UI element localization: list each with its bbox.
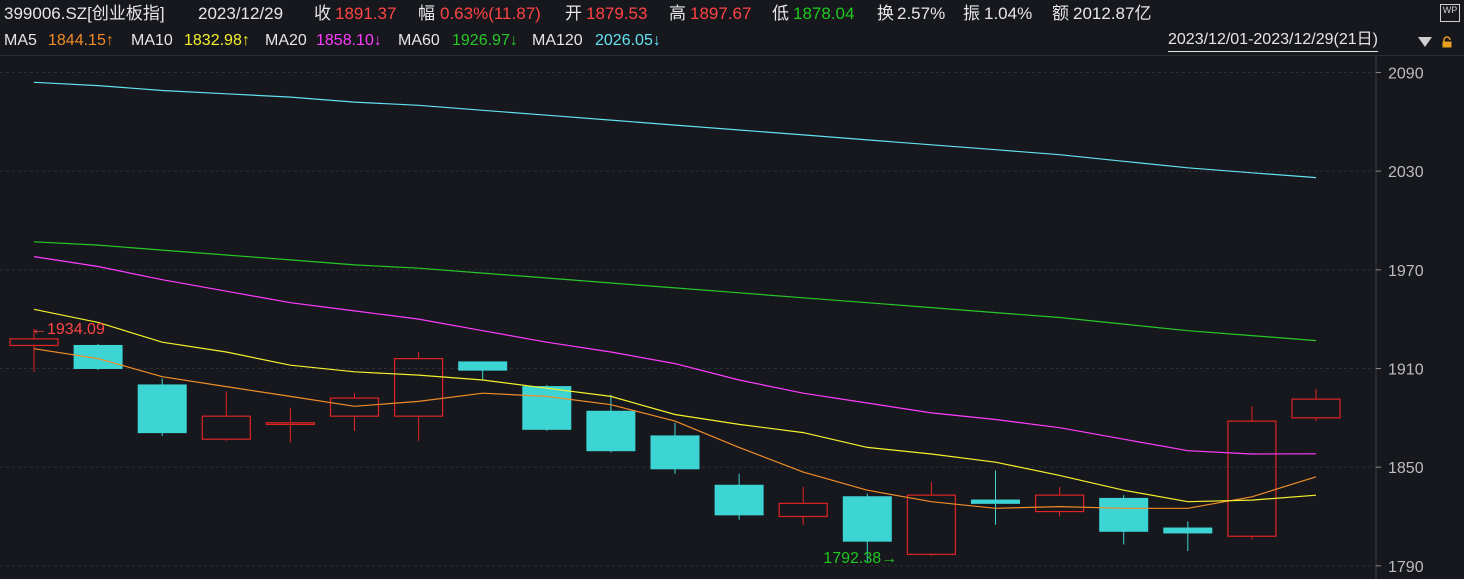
high-label: 高 bbox=[669, 4, 686, 23]
low-value: 1878.04 bbox=[793, 4, 855, 23]
ma20-label: MA20 bbox=[265, 32, 307, 49]
candle-body-down[interactable] bbox=[73, 344, 123, 369]
wp-icon[interactable]: WP bbox=[1440, 4, 1460, 22]
candle-body-down[interactable] bbox=[650, 435, 700, 470]
grid-lines bbox=[0, 71, 1376, 567]
amplitude-label: 振 bbox=[963, 4, 980, 23]
index-code: 399006.SZ[创业板指] bbox=[4, 4, 165, 23]
ma5-label: MA5 bbox=[4, 32, 37, 49]
open-label: 开 bbox=[565, 4, 582, 23]
max-price-label: ←1934.09 bbox=[31, 321, 105, 338]
ma60-value: 1926.97↓ bbox=[452, 32, 518, 49]
candle-body-down[interactable] bbox=[1163, 527, 1213, 534]
axis-tick-label: 2030 bbox=[1388, 164, 1424, 181]
candle[interactable] bbox=[1227, 406, 1277, 540]
change-label: 幅 bbox=[418, 4, 435, 23]
quote-date: 2023/12/29 bbox=[198, 4, 284, 23]
candle-body-up[interactable] bbox=[394, 358, 444, 417]
extreme-annotations: ←1934.09 1792.38→ bbox=[31, 321, 897, 567]
ma120-label: MA120 bbox=[532, 32, 583, 49]
candle-body-up[interactable] bbox=[201, 415, 251, 440]
ma20-value: 1858.10↓ bbox=[316, 32, 382, 49]
change-value: 0.63%(11.87) bbox=[440, 4, 541, 23]
candle-body-down[interactable] bbox=[458, 361, 508, 371]
dropdown-triangle-icon[interactable] bbox=[1418, 37, 1432, 47]
ma120-value: 2026.05↓ bbox=[595, 32, 661, 49]
ma5-value: 1844.15↑ bbox=[48, 32, 114, 49]
candle[interactable] bbox=[394, 352, 444, 441]
candle[interactable] bbox=[906, 481, 957, 556]
ma10-value: 1832.98↑ bbox=[184, 32, 250, 49]
candle[interactable] bbox=[971, 470, 1020, 525]
candle[interactable] bbox=[201, 391, 251, 441]
candle-body-up[interactable] bbox=[265, 422, 315, 426]
lock-icon[interactable] bbox=[1441, 36, 1453, 48]
turnover-label: 换 bbox=[877, 4, 894, 23]
candle-body-down[interactable] bbox=[522, 386, 572, 430]
candle-body-down[interactable] bbox=[1099, 497, 1149, 532]
axis-tick-label: 1910 bbox=[1388, 361, 1424, 378]
close-label: 收 bbox=[314, 4, 331, 23]
candle-body-up[interactable] bbox=[778, 502, 828, 518]
candle-body-up[interactable] bbox=[1034, 494, 1085, 513]
candle-body-up[interactable] bbox=[329, 397, 380, 417]
low-label: 低 bbox=[772, 4, 789, 23]
candle[interactable] bbox=[714, 473, 764, 520]
ma-line-ma120 bbox=[33, 81, 1317, 179]
candle[interactable] bbox=[1291, 388, 1341, 422]
price-axis: 2090 2030 1970 1910 1850 1790 bbox=[1376, 65, 1424, 576]
min-price-label: 1792.38→ bbox=[823, 550, 897, 567]
candle[interactable] bbox=[1099, 495, 1149, 545]
candle-body-up[interactable] bbox=[1291, 398, 1341, 419]
candle-body-up[interactable] bbox=[1227, 420, 1277, 537]
candle-body-down[interactable] bbox=[714, 484, 764, 516]
axis-tick-label: 1850 bbox=[1388, 460, 1424, 477]
candle[interactable] bbox=[73, 343, 123, 371]
candle[interactable] bbox=[586, 394, 636, 453]
candle-body-up[interactable] bbox=[9, 338, 59, 347]
candle-body-down[interactable] bbox=[137, 384, 187, 434]
kline-chart[interactable]: 2090 2030 1970 1910 1850 1790 ←1934.09 1792.38… bbox=[0, 56, 1464, 579]
candle[interactable] bbox=[778, 486, 828, 525]
amount-value: 2012.87亿 bbox=[1073, 4, 1152, 23]
candle[interactable] bbox=[458, 361, 508, 380]
candle[interactable] bbox=[137, 378, 187, 436]
date-range-selector[interactable]: 2023/12/01-2023/12/29(21日) bbox=[1168, 28, 1378, 52]
axis-tick-label: 2090 bbox=[1388, 65, 1424, 82]
turnover-value: 2.57% bbox=[897, 4, 946, 23]
axis-tick-label: 1790 bbox=[1388, 559, 1424, 576]
close-value: 1891.37 bbox=[335, 4, 397, 23]
candle-body-down[interactable] bbox=[842, 496, 892, 542]
ma60-label: MA60 bbox=[398, 32, 440, 49]
high-value: 1897.67 bbox=[690, 4, 752, 23]
candle[interactable] bbox=[1034, 486, 1085, 517]
candle-body-down[interactable] bbox=[586, 410, 636, 452]
candle[interactable] bbox=[1163, 521, 1213, 552]
axis-tick-label: 1970 bbox=[1388, 263, 1424, 280]
quote-info-bar: 399006.SZ[创业板指] 2023/12/29 收 1891.37 幅 0… bbox=[0, 0, 1464, 28]
candle-body-down[interactable] bbox=[971, 499, 1020, 504]
ma10-label: MA10 bbox=[131, 32, 173, 49]
moving-average-bar: MA5 1844.15↑ MA10 1832.98↑ MA20 1858.10↓… bbox=[0, 28, 1464, 54]
amount-label: 额 bbox=[1052, 4, 1069, 23]
amplitude-value: 1.04% bbox=[984, 4, 1033, 23]
candle[interactable] bbox=[650, 422, 700, 474]
candle[interactable] bbox=[522, 384, 572, 431]
candle[interactable] bbox=[265, 407, 315, 443]
candle[interactable] bbox=[329, 393, 380, 431]
open-value: 1879.53 bbox=[586, 4, 648, 23]
